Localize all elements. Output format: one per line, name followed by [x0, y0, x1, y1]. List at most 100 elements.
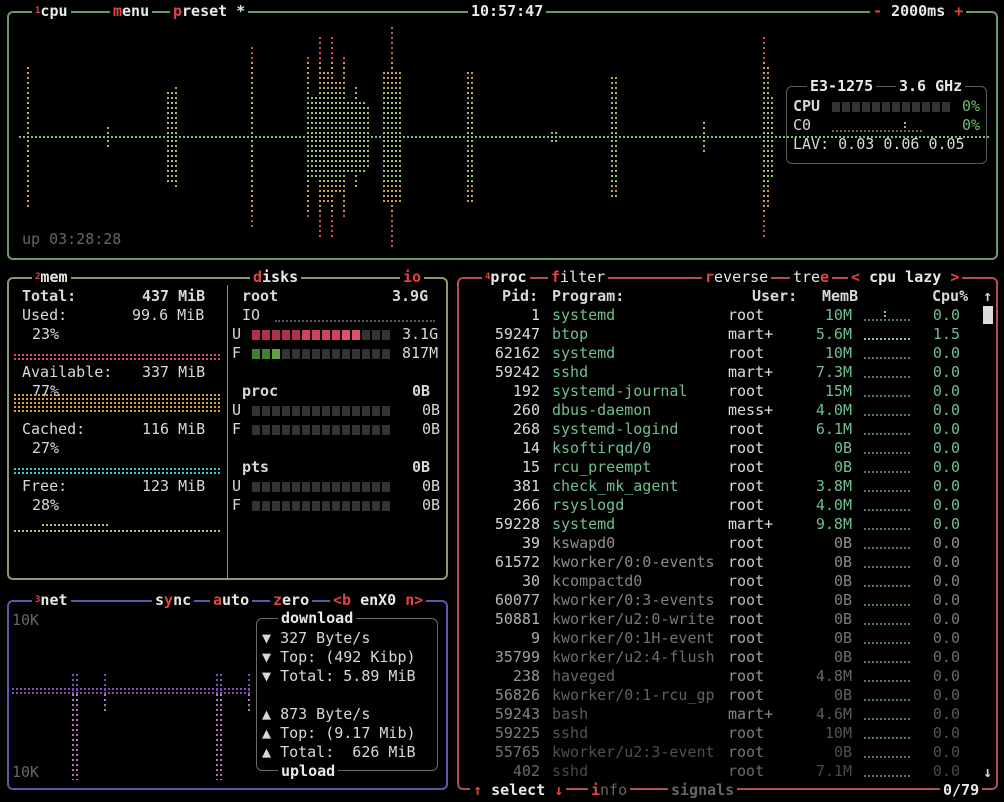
process-row[interactable]: 381 check_mk_agent root 3.8M 0.0: [460, 477, 1000, 496]
mem-free-graph-point: [154, 530, 156, 532]
io-toggle[interactable]: io: [400, 269, 425, 285]
cpu-graph-point: [611, 150, 613, 152]
net-graph-point: [164, 692, 166, 694]
cpu-graph-point: [231, 136, 233, 138]
process-row[interactable]: 260 dbus-daemon mess+ 4.0M 0.0: [460, 401, 1000, 420]
process-row[interactable]: 402 sshd root 7.1M 0.0: [460, 762, 1000, 781]
process-cpu-spark-point: [896, 338, 898, 340]
process-row[interactable]: 59247 btop mart+ 5.6M 1.5: [460, 325, 1000, 344]
col-user[interactable]: User:: [752, 287, 797, 306]
cpu-graph-point: [251, 205, 253, 207]
cpu-graph-point: [759, 136, 761, 138]
col-program[interactable]: Program:: [552, 287, 624, 306]
info-button[interactable]: info: [588, 782, 631, 798]
process-row[interactable]: 30 kcompactd0 root 0B 0.0: [460, 572, 1000, 591]
mem-avail-graph-point: [146, 394, 148, 396]
process-row[interactable]: 56826 kworker/0:1-rcu_gp root 0B 0.0: [460, 686, 1000, 705]
cpu-graph-point: [327, 140, 329, 142]
process-row[interactable]: 35799 kworker/u2:4-flush root 0B 0.0: [460, 648, 1000, 667]
col-pid[interactable]: Pid:: [502, 287, 538, 306]
proc-title[interactable]: 4proc: [482, 269, 530, 285]
scroll-up-icon[interactable]: ↑: [983, 287, 992, 306]
mem-avail-graph-point: [210, 398, 212, 400]
cpu-graph-point: [351, 140, 353, 142]
col-cpu[interactable]: Cpu%: [932, 287, 968, 306]
mem-free-graph-point: [18, 530, 20, 532]
net-title[interactable]: 3net: [32, 592, 71, 608]
process-pid: 268: [512, 420, 540, 438]
process-row[interactable]: 59225 sshd root 10M 0.0: [460, 724, 1000, 743]
process-mem: 15M: [824, 382, 852, 400]
cpu-graph-point: [327, 97, 329, 99]
net-graph-point: [72, 759, 74, 761]
process-row[interactable]: 59228 systemd mart+ 9.8M 0.0: [460, 515, 1000, 534]
cpu-graph-point: [771, 97, 773, 99]
process-row[interactable]: 59242 sshd mart+ 7.3M 0.0: [460, 363, 1000, 382]
mem-cached-graph-point: [214, 468, 216, 470]
auto-toggle[interactable]: auto: [210, 592, 253, 608]
process-row[interactable]: 61572 kworker/0:0-events root 0B 0.0: [460, 553, 1000, 572]
mem-avail-graph-point: [126, 402, 128, 404]
process-row[interactable]: 59243 bash mart+ 4.6M 0.0: [460, 705, 1000, 724]
cpu-graph-point: [355, 117, 357, 119]
sync-toggle[interactable]: sync: [152, 592, 195, 608]
process-cpu-spark-point: [864, 528, 866, 530]
process-cpu-spark-point: [896, 623, 898, 625]
signals-button[interactable]: signals: [668, 782, 738, 798]
process-cpu-spark-point: [900, 604, 902, 606]
mem-cached-graph-point: [210, 472, 212, 474]
process-cpu-spark-point: [876, 680, 878, 682]
filter-button[interactable]: filter: [548, 269, 609, 285]
process-cpu-spark-point: [884, 414, 886, 416]
process-row[interactable]: 55765 kworker/u2:3-event root 0B 0.0: [460, 743, 1000, 762]
reverse-toggle[interactable]: reverse: [702, 269, 772, 285]
sort-selector[interactable]: < cpu lazy >: [848, 269, 963, 285]
mem-avail-graph-point: [18, 406, 20, 408]
cpu-graph-point: [615, 107, 617, 109]
cpu-graph-point: [383, 145, 385, 147]
cpu-graph-point: [399, 117, 401, 119]
cpu-graph-point: [611, 122, 613, 124]
cpu-graph-point: [395, 195, 397, 197]
process-row[interactable]: 50881 kworker/u2:0-write root 0B 0.0: [460, 610, 1000, 629]
disk-pts-used-meter: [252, 482, 390, 492]
process-row[interactable]: 9 kworker/0:1H-event root 0B 0.0: [460, 629, 1000, 648]
process-row[interactable]: 60077 kworker/0:3-events root 0B 0.0: [460, 591, 1000, 610]
cpu-graph-point: [319, 57, 321, 59]
net-graph-point: [140, 688, 142, 690]
cpu-graph-point: [395, 165, 397, 167]
cpu-graph-point: [503, 136, 505, 138]
process-row[interactable]: 62162 systemd root 10M 0.0: [460, 344, 1000, 363]
meter-segment: [352, 330, 360, 340]
process-cpu-spark-point: [868, 490, 870, 492]
process-row[interactable]: 14 ksoftirqd/0 root 0B 0.0: [460, 439, 1000, 458]
process-cpu-spark: [864, 528, 910, 530]
process-cpu: 0.0: [932, 572, 960, 590]
update-interval[interactable]: - 2000ms +: [870, 3, 967, 19]
mem-free-graph-point: [214, 530, 216, 532]
tree-toggle[interactable]: tree: [790, 269, 833, 285]
process-row[interactable]: 1 systemd root 10M 0.0: [460, 306, 1000, 325]
cpu-graph-point: [471, 180, 473, 182]
process-row[interactable]: 266 rsyslogd root 4.0M 0.0: [460, 496, 1000, 515]
disk-root-used: 3.1G: [402, 325, 439, 343]
process-row[interactable]: 15 rcu_preempt root 0B 0.0: [460, 458, 1000, 477]
cpu-graph-point: [319, 52, 321, 54]
disks-title[interactable]: disks: [250, 269, 302, 285]
col-mem[interactable]: MemB: [822, 287, 858, 306]
net-graph-point: [224, 692, 226, 694]
meter-segment: [282, 482, 290, 492]
iface-selector[interactable]: <b enX0 n>: [330, 592, 427, 608]
process-row[interactable]: 39 kswapd0 root 0B 0.0: [460, 534, 1000, 553]
mem-avail-graph-point: [38, 410, 40, 412]
mem-free-graph-point: [86, 530, 88, 532]
select-control[interactable]: ↑ select ↓: [470, 782, 567, 798]
net-graph-point: [104, 674, 106, 676]
process-row[interactable]: 268 systemd-logind root 6.1M 0.0: [460, 420, 1000, 439]
process-row[interactable]: 192 systemd-journal root 15M 0.0: [460, 382, 1000, 401]
zero-toggle[interactable]: zero: [270, 592, 313, 608]
mem-avail-graph-point: [110, 402, 112, 404]
process-user: mess+: [728, 401, 774, 419]
net-graph-point: [232, 692, 234, 694]
process-row[interactable]: 238 haveged root 4.8M 0.0: [460, 667, 1000, 686]
